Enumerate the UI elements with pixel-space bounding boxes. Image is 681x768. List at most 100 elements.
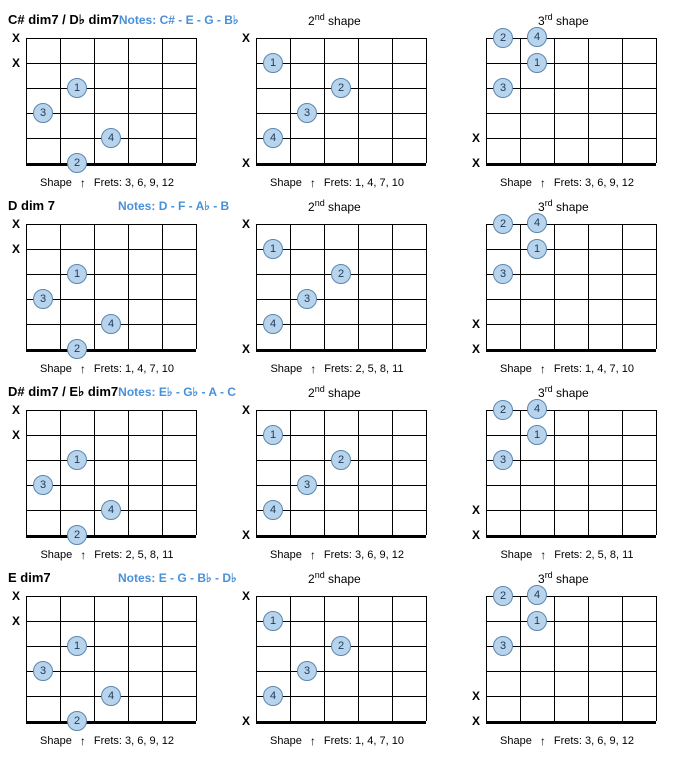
finger-dot: 3 [33,289,53,309]
shape3-label: 3rd shape [538,384,589,400]
muted-string-mark: X [12,429,20,441]
shape2-label: 2nd shape [308,12,361,28]
shape3-word: shape [553,572,589,586]
shape3-label: 3rd shape [538,12,589,28]
muted-string-mark: X [472,504,480,516]
shape2-ord: nd [315,384,325,394]
chord-diagram: XX1342 [8,404,206,544]
shape3-label: 3rd shape [538,198,589,214]
chord-diagram: XX4231 [468,32,666,172]
footer-frets: Frets: 1, 4, 7, 10 [324,177,404,189]
finger-dot: 3 [33,661,53,681]
frets-prefix: Frets: [554,177,582,189]
finger-dot: 3 [493,636,513,656]
diagram-footer: Shape↑Frets: 1, 4, 7, 10 [238,176,436,190]
diagram-footer: Shape↑Frets: 3, 6, 9, 12 [468,734,666,748]
finger-dot: 4 [101,314,121,334]
footer-shape-label: Shape [270,549,302,561]
diagram-cell: XX1432Shape↑Frets: 1, 4, 7, 10 [238,590,436,748]
diagram-cell: XX1342Shape↑Frets: 1, 4, 7, 10 [8,218,206,376]
footer-shape-label: Shape [270,177,302,189]
muted-string-mark: X [242,157,250,169]
muted-string-mark: X [12,218,20,230]
muted-string-mark: X [242,715,250,727]
frets-value: 2, 5, 8, 11 [585,549,633,561]
diagram-cell: XX1342Shape↑Frets: 3, 6, 9, 12 [8,590,206,748]
shape2-num: 2 [308,200,315,214]
shape2-label: 2nd shape [308,198,361,214]
arrow-up-icon: ↑ [540,548,546,562]
footer-frets: Frets: 2, 5, 8, 11 [94,549,173,561]
chord-diagram: XX4231 [468,590,666,730]
finger-dot: 1 [67,450,87,470]
muted-string-mark: X [12,243,20,255]
chord-diagram: XX4231 [468,218,666,358]
frets-value: 1, 4, 7, 10 [585,363,634,375]
frets-prefix: Frets: [324,177,352,189]
chord-row: D dim 7Notes: D - F - A♭ - B2nd shape3rd… [8,198,673,376]
frets-value: 3, 6, 9, 12 [585,735,634,747]
muted-string-mark: X [472,529,480,541]
frets-prefix: Frets: [94,735,122,747]
shape2-num: 2 [308,572,315,586]
finger-dot: 1 [67,636,87,656]
finger-dot: 3 [493,78,513,98]
muted-string-mark: X [242,218,250,230]
notes-prefix: Notes: [118,385,155,399]
diagram-footer: Shape↑Frets: 2, 5, 8, 11 [238,362,436,376]
muted-string-mark: X [472,132,480,144]
finger-dot: 2 [331,450,351,470]
chord-name: C# dim7 / D♭ dim7 [8,12,119,28]
frets-value: 3, 6, 9, 12 [585,177,634,189]
muted-string-mark: X [12,590,20,602]
shape2-label: 2nd shape [308,570,361,586]
diagram-row: XX1342Shape↑Frets: 2, 5, 8, 11XX1432Shap… [8,404,673,562]
muted-string-mark: X [12,57,20,69]
arrow-up-icon: ↑ [80,548,86,562]
finger-dot: 2 [493,214,513,234]
arrow-up-icon: ↑ [540,362,546,376]
frets-value: 1, 4, 7, 10 [355,735,404,747]
muted-string-mark: X [472,690,480,702]
diagram-footer: Shape↑Frets: 3, 6, 9, 12 [8,734,206,748]
footer-shape-label: Shape [40,735,72,747]
muted-string-mark: X [12,32,20,44]
finger-dot: 1 [527,425,547,445]
muted-string-mark: X [242,32,250,44]
footer-frets: Frets: 3, 6, 9, 12 [324,549,404,561]
muted-string-mark: X [242,529,250,541]
frets-prefix: Frets: [94,177,122,189]
finger-dot: 1 [263,611,283,631]
chord-row: C# dim7 / D♭ dim7Notes: C# - E - G - B♭2… [8,12,673,190]
muted-string-mark: X [12,404,20,416]
row-header: E dim7Notes: E - G - B♭ - D♭2nd shape3rd… [8,570,673,586]
shape3-ord: rd [545,384,553,394]
muted-string-mark: X [12,615,20,627]
frets-prefix: Frets: [554,549,582,561]
diagram-row: XX1342Shape↑Frets: 3, 6, 9, 12XX1432Shap… [8,590,673,748]
footer-frets: Frets: 3, 6, 9, 12 [554,177,634,189]
finger-dot: 2 [493,28,513,48]
finger-dot: 2 [67,339,87,359]
finger-dot: 3 [297,103,317,123]
chord-diagram: XX1432 [238,218,436,358]
footer-shape-label: Shape [270,363,302,375]
finger-dot: 3 [297,661,317,681]
shape2-word: shape [325,200,361,214]
shape2-word: shape [325,386,361,400]
row-header: D dim 7Notes: D - F - A♭ - B2nd shape3rd… [8,198,673,214]
finger-dot: 4 [263,686,283,706]
chord-diagram: XX1342 [8,32,206,172]
muted-string-mark: X [472,343,480,355]
frets-prefix: Frets: [324,735,352,747]
chord-diagram: XX1432 [238,590,436,730]
diagram-cell: XX1432Shape↑Frets: 3, 6, 9, 12 [238,404,436,562]
chord-notes: Notes: E♭ - G♭ - A - C [118,385,236,399]
shape3-ord: rd [545,198,553,208]
diagram-footer: Shape↑Frets: 3, 6, 9, 12 [8,176,206,190]
frets-prefix: Frets: [94,363,122,375]
frets-value: 2, 5, 8, 11 [125,549,173,561]
chord-row: E dim7Notes: E - G - B♭ - D♭2nd shape3rd… [8,570,673,748]
finger-dot: 4 [101,686,121,706]
muted-string-mark: X [472,157,480,169]
